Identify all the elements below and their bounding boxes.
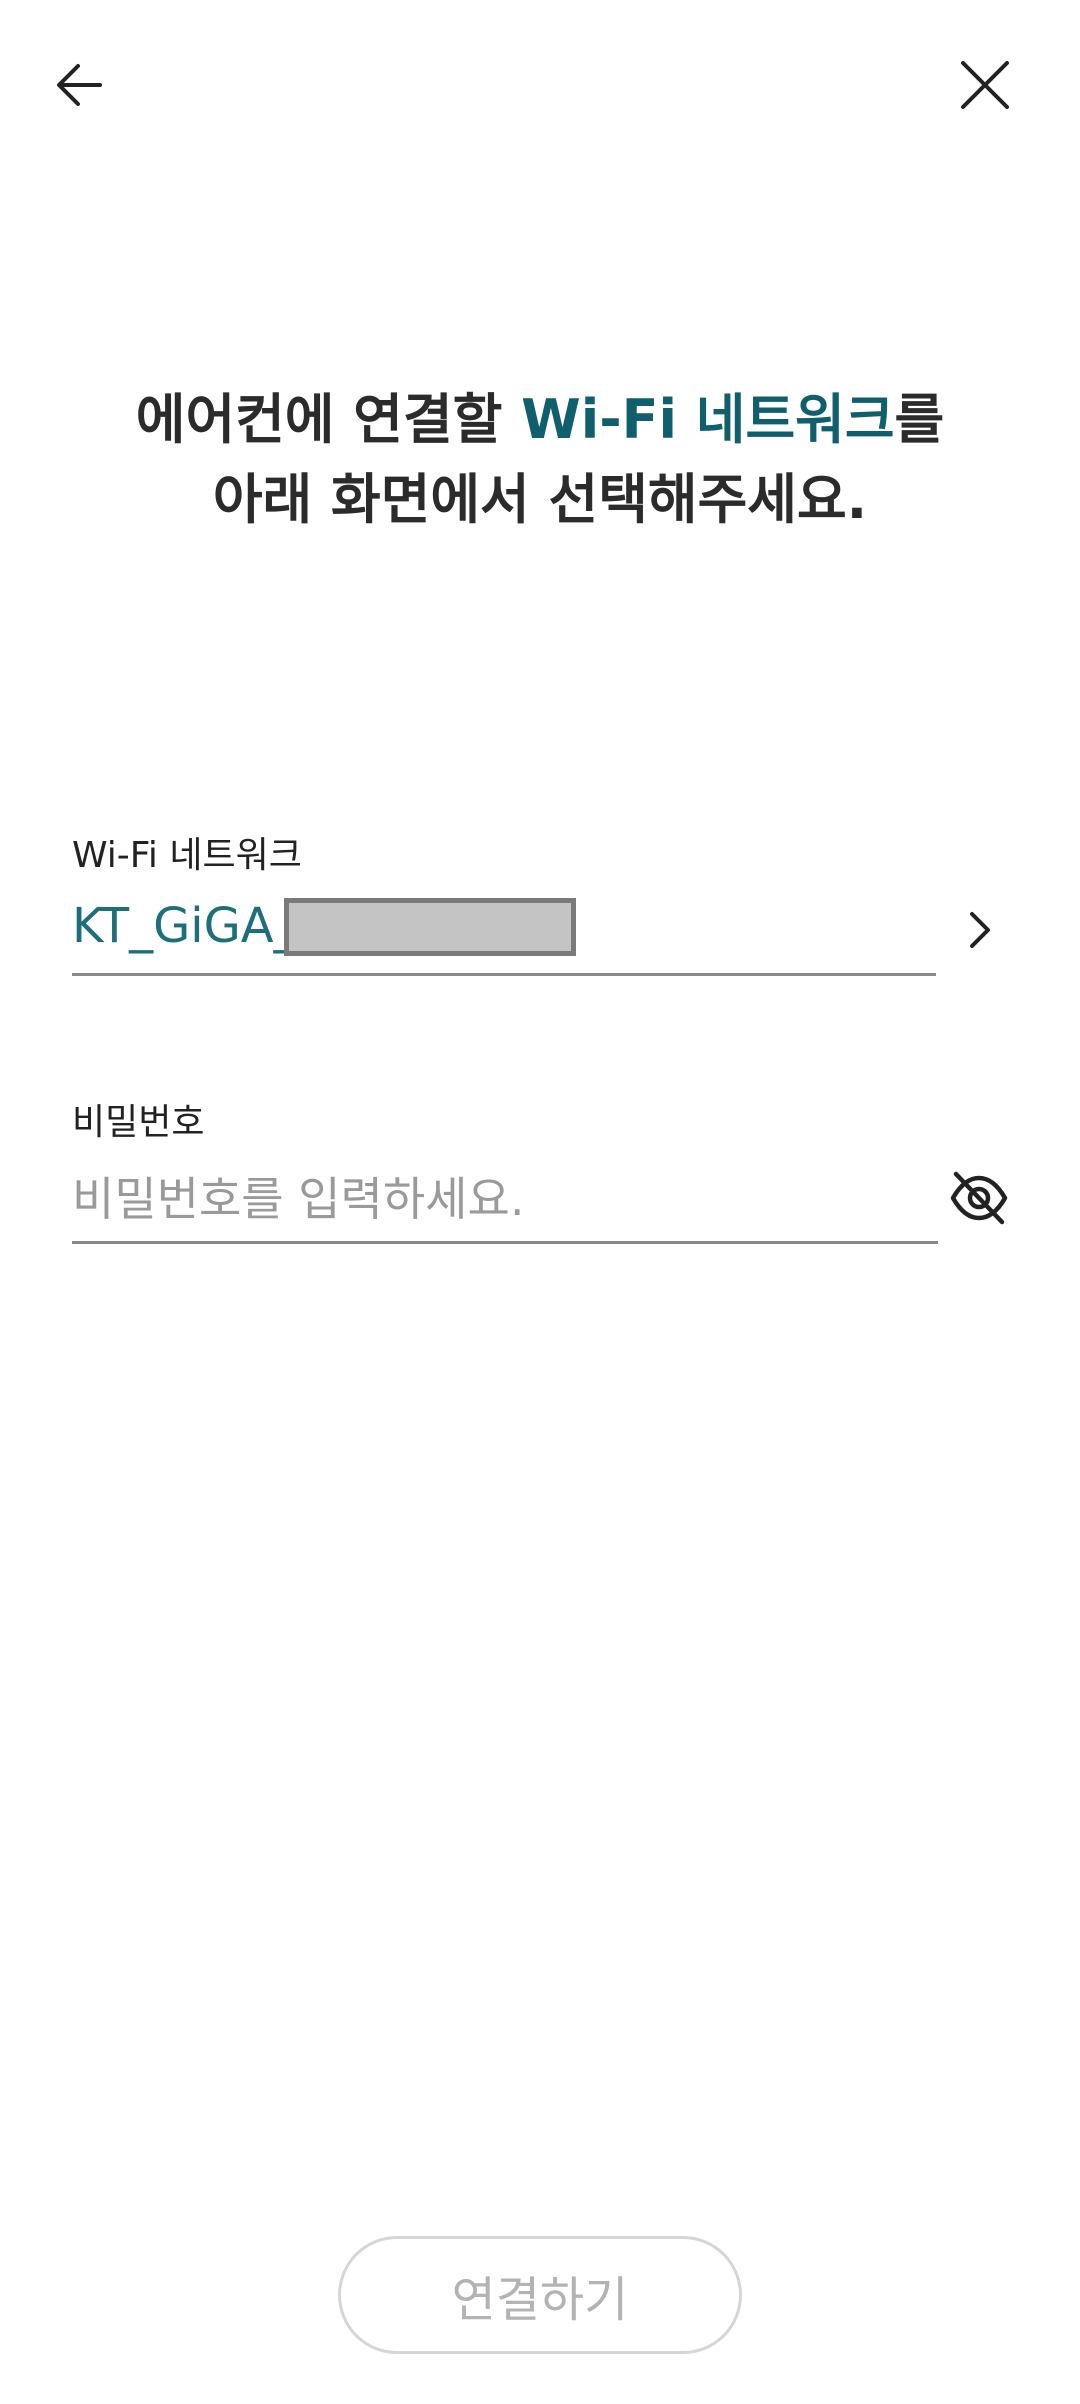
password-visibility-toggle[interactable] (946, 1163, 1012, 1233)
wifi-select-button[interactable] (950, 895, 1010, 965)
page-title-line1: 에어컨에 연결할 Wi-Fi 네트워크를 (0, 380, 1080, 460)
close-icon (961, 61, 1009, 109)
page-title-text: 를 (894, 388, 945, 451)
back-button[interactable] (40, 40, 120, 130)
page-title-line2: 아래 화면에서 선택해주세요. (212, 468, 868, 531)
wifi-network-label: Wi-Fi 네트워크 (72, 835, 302, 876)
password-field-row (72, 1160, 938, 1244)
close-button[interactable] (940, 40, 1030, 130)
chevron-right-icon (970, 912, 990, 948)
password-label: 비밀번호 (72, 1102, 205, 1143)
redacted-ssid (284, 898, 576, 956)
page-title: 에어컨에 연결할 Wi-Fi 네트워크를 아래 화면에서 선택해주세요. (0, 380, 1080, 540)
password-input[interactable] (72, 1160, 932, 1238)
wifi-setup-screen: 에어컨에 연결할 Wi-Fi 네트워크를 아래 화면에서 선택해주세요. Wi-… (0, 0, 1080, 2404)
arrow-left-icon (57, 64, 102, 106)
connect-button[interactable]: 연결하기 (338, 2236, 742, 2354)
wifi-network-selector[interactable]: KT_GiGA_ (72, 890, 936, 976)
eye-off-icon (950, 1171, 1008, 1225)
wifi-network-value: KT_GiGA_ (72, 898, 298, 954)
page-title-text: 에어컨에 연결할 (135, 388, 522, 451)
page-title-accent: Wi-Fi 네트워크 (521, 388, 895, 451)
